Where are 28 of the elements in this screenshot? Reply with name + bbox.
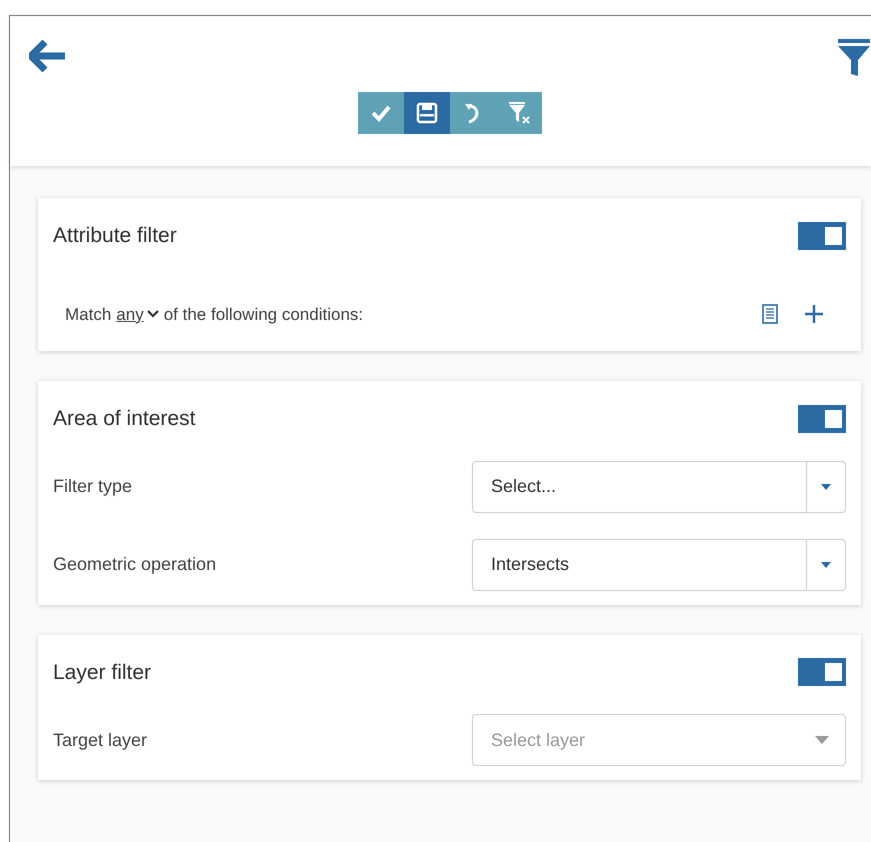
toggle-switch[interactable]: [798, 222, 846, 250]
section-title: Area of interest: [53, 406, 196, 432]
filter-x-icon: [507, 101, 531, 125]
select-field[interactable]: Select...: [472, 460, 846, 512]
back-arrow-icon: [29, 40, 67, 72]
section-title: Layer filter: [53, 660, 152, 686]
dropdown-arrow-icon: [821, 562, 831, 568]
section-title: Attribute filter: [53, 223, 177, 249]
back-button[interactable]: [28, 38, 68, 74]
add-icon[interactable]: [804, 304, 824, 324]
dropdown-arrow-icon: [815, 736, 829, 744]
filter-icon: [837, 38, 871, 78]
undo-button[interactable]: [450, 92, 496, 134]
list-icon[interactable]: [762, 304, 778, 324]
match-label: of the following conditions:: [164, 304, 364, 326]
dropdown-arrow-icon: [821, 484, 831, 490]
field-label: Filter type: [53, 475, 132, 498]
apply-button[interactable]: [358, 92, 404, 134]
field-label: Geometric operation: [53, 553, 216, 576]
clear-filter-button[interactable]: [496, 92, 542, 134]
match-label: Match: [65, 304, 112, 326]
save-button[interactable]: [404, 92, 450, 134]
match-mode-dropdown[interactable]: any: [116, 302, 159, 327]
chevron-down-icon: [146, 310, 159, 318]
field-label: Target layer: [53, 728, 148, 752]
toggle-switch[interactable]: [798, 404, 846, 433]
toggle-switch[interactable]: [798, 658, 846, 686]
select-field[interactable]: Intersects: [472, 538, 846, 590]
